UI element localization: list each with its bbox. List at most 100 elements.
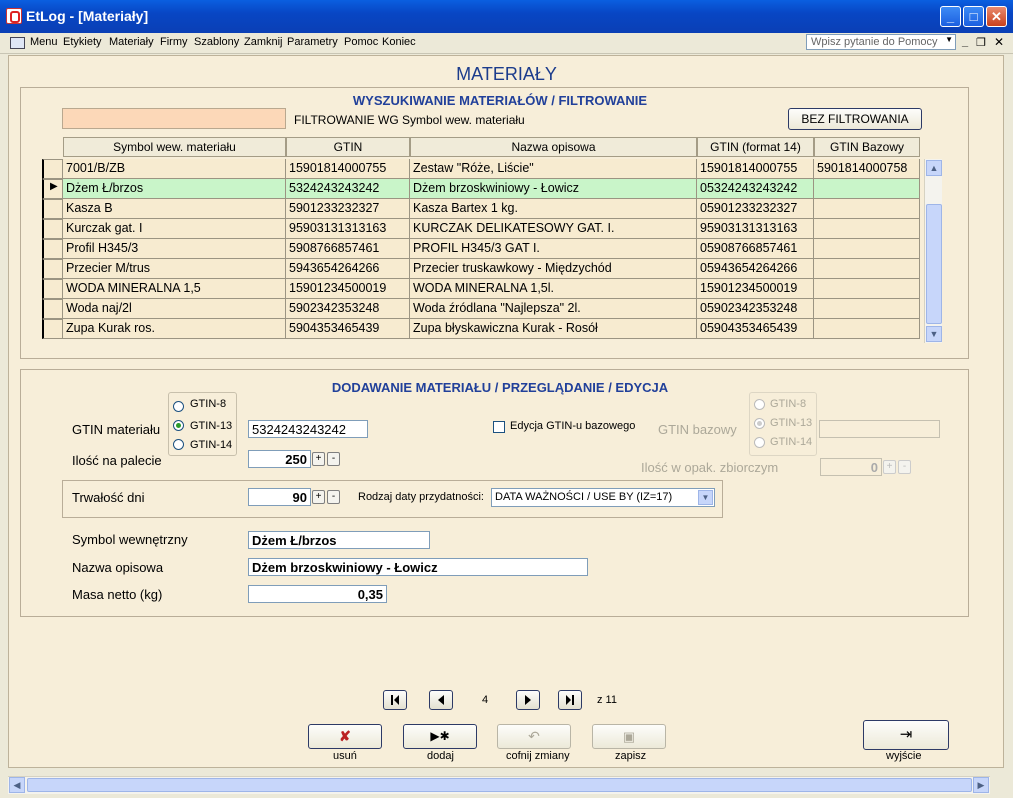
- table-row[interactable]: Przecier M/trus 5943654264266 Przecier tru…: [42, 259, 920, 279]
- column-header-base-gtin[interactable]: GTIN Bazowy: [814, 137, 920, 157]
- cell-base-gtin[interactable]: [814, 199, 920, 219]
- cell-symbol[interactable]: Przecier M/trus: [63, 259, 286, 279]
- menu-item-materialy[interactable]: Materiały: [109, 36, 154, 48]
- cell-base-gtin[interactable]: [814, 219, 920, 239]
- previous-record-button[interactable]: [429, 690, 453, 710]
- maximize-button[interactable]: □: [963, 6, 984, 27]
- column-header-gtin14[interactable]: GTIN (format 14): [697, 137, 814, 157]
- scroll-left-icon[interactable]: ◀: [9, 777, 25, 793]
- next-record-button[interactable]: [516, 690, 540, 710]
- cell-base-gtin[interactable]: [814, 299, 920, 319]
- cell-base-gtin[interactable]: [814, 239, 920, 259]
- cell-gtin14[interactable]: 05943654264266: [697, 259, 814, 279]
- table-row[interactable]: Kasza B 5901233232327 Kasza Bartex 1 kg. 05…: [42, 199, 920, 219]
- cell-name[interactable]: Zupa błyskawiczna Kurak - Rosół: [410, 319, 697, 339]
- cell-symbol[interactable]: Kurczak gat. I: [63, 219, 286, 239]
- mdi-restore-button[interactable]: ❐: [976, 36, 986, 49]
- cell-gtin[interactable]: 5901233232327: [286, 199, 410, 219]
- row-selector[interactable]: [42, 279, 63, 299]
- cell-gtin[interactable]: 5902342353248: [286, 299, 410, 319]
- cell-base-gtin[interactable]: 5901814000758: [814, 159, 920, 179]
- menu-item-parametry[interactable]: Parametry: [287, 36, 338, 48]
- row-selector[interactable]: [42, 239, 63, 259]
- cell-name[interactable]: Przecier truskawkowy - Międzychód: [410, 259, 697, 279]
- table-row[interactable]: Zupa Kurak ros. 5904353465439 Zupa błyskaw…: [42, 319, 920, 339]
- shelf-minus-button[interactable]: -: [327, 490, 340, 504]
- pallet-input[interactable]: [248, 450, 311, 468]
- menu-icon[interactable]: [10, 37, 25, 49]
- symbol-input[interactable]: [248, 531, 430, 549]
- table-row[interactable]: Profil H345/3 5908766857461 PROFIL H345/3 …: [42, 239, 920, 259]
- cell-base-gtin[interactable]: [814, 319, 920, 339]
- cell-base-gtin[interactable]: [814, 279, 920, 299]
- mass-input[interactable]: [248, 585, 387, 603]
- scroll-thumb[interactable]: [926, 204, 942, 324]
- cell-gtin[interactable]: 15901814000755: [286, 159, 410, 179]
- cell-gtin[interactable]: 5324243243242: [286, 179, 410, 199]
- save-button[interactable]: ▣: [592, 724, 666, 749]
- chevron-down-icon[interactable]: ▼: [698, 490, 713, 505]
- last-record-button[interactable]: [558, 690, 582, 710]
- help-search-input[interactable]: Wpisz pytanie do Pomocy ▼: [806, 34, 956, 50]
- app-icon[interactable]: [6, 8, 22, 24]
- name-input[interactable]: [248, 558, 588, 576]
- menu-item-szablony[interactable]: Szablony: [194, 36, 239, 48]
- column-header-symbol[interactable]: Symbol wew. materiału: [63, 137, 286, 157]
- pallet-minus-button[interactable]: -: [327, 452, 340, 466]
- menu-item-pomoc[interactable]: Pomoc: [344, 36, 378, 48]
- cell-name[interactable]: Zestaw "Róże, Liście": [410, 159, 697, 179]
- table-row[interactable]: 7001/B/ZB 15901814000755 Zestaw "Róże, Liś…: [42, 159, 920, 179]
- undo-button[interactable]: ↶: [497, 724, 571, 749]
- cell-symbol[interactable]: Dżem Ł/brzos: [63, 179, 286, 199]
- cell-name[interactable]: WODA MINERALNA 1,5l.: [410, 279, 697, 299]
- menu-item-koniec[interactable]: Koniec: [382, 36, 416, 48]
- close-button[interactable]: ✕: [986, 6, 1007, 27]
- table-row[interactable]: Woda naj/2l 5902342353248 Woda źródlana "N…: [42, 299, 920, 319]
- cell-base-gtin[interactable]: [814, 259, 920, 279]
- cell-name[interactable]: Woda źródlana "Najlepsza" 2l.: [410, 299, 697, 319]
- delete-button[interactable]: ✘: [308, 724, 382, 749]
- minimize-button[interactable]: _: [940, 6, 961, 27]
- date-type-select[interactable]: DATA WAŻNOŚCI / USE BY (IZ=17) ▼: [491, 488, 715, 507]
- cell-symbol[interactable]: Zupa Kurak ros.: [63, 319, 286, 339]
- row-selector[interactable]: [42, 319, 63, 339]
- cell-base-gtin[interactable]: [814, 179, 920, 199]
- gtin13-radio[interactable]: [173, 420, 184, 431]
- menu-item-menu[interactable]: Menu: [30, 36, 58, 48]
- cell-name[interactable]: Dżem brzoskwiniowy - Łowicz: [410, 179, 697, 199]
- cell-gtin[interactable]: 95903131313163: [286, 219, 410, 239]
- cell-gtin[interactable]: 15901234500019: [286, 279, 410, 299]
- exit-button[interactable]: ⇥: [863, 720, 949, 750]
- scroll-down-icon[interactable]: ▼: [926, 326, 942, 342]
- menu-item-firmy[interactable]: Firmy: [160, 36, 188, 48]
- cell-symbol[interactable]: 7001/B/ZB: [63, 159, 286, 179]
- shelf-input[interactable]: [248, 488, 311, 506]
- first-record-button[interactable]: [383, 690, 407, 710]
- cell-gtin[interactable]: 5904353465439: [286, 319, 410, 339]
- base-gtin-edit-checkbox[interactable]: [493, 421, 505, 433]
- pallet-plus-button[interactable]: +: [312, 452, 325, 466]
- cell-gtin14[interactable]: 05324243243242: [697, 179, 814, 199]
- cell-symbol[interactable]: Profil H345/3: [63, 239, 286, 259]
- row-selector[interactable]: ▶: [42, 179, 63, 199]
- filter-input[interactable]: [62, 108, 286, 129]
- cell-gtin[interactable]: 5908766857461: [286, 239, 410, 259]
- table-row[interactable]: WODA MINERALNA 1,5 15901234500019 WODA MIN…: [42, 279, 920, 299]
- cell-gtin14[interactable]: 15901234500019: [697, 279, 814, 299]
- cell-gtin14[interactable]: 95903131313163: [697, 219, 814, 239]
- row-selector[interactable]: [42, 219, 63, 239]
- menu-item-zamknij[interactable]: Zamknij: [244, 36, 283, 48]
- row-selector[interactable]: [42, 159, 63, 179]
- no-filter-button[interactable]: BEZ FILTROWANIA: [788, 108, 922, 130]
- table-row[interactable]: ▶ Dżem Ł/brzos 5324243243242 Dżem brzoskwin…: [42, 179, 920, 199]
- cell-symbol[interactable]: WODA MINERALNA 1,5: [63, 279, 286, 299]
- menu-item-etykiety[interactable]: Etykiety: [63, 36, 102, 48]
- form-hscrollbar[interactable]: ◀ ▶: [8, 776, 990, 794]
- table-row[interactable]: Kurczak gat. I 95903131313163 KURCZAK DELI…: [42, 219, 920, 239]
- cell-name[interactable]: Kasza Bartex 1 kg.: [410, 199, 697, 219]
- cell-gtin14[interactable]: 05901233232327: [697, 199, 814, 219]
- cell-gtin14[interactable]: 05908766857461: [697, 239, 814, 259]
- mdi-close-button[interactable]: ✕: [994, 35, 1004, 49]
- cell-gtin[interactable]: 5943654264266: [286, 259, 410, 279]
- cell-gtin14[interactable]: 05904353465439: [697, 319, 814, 339]
